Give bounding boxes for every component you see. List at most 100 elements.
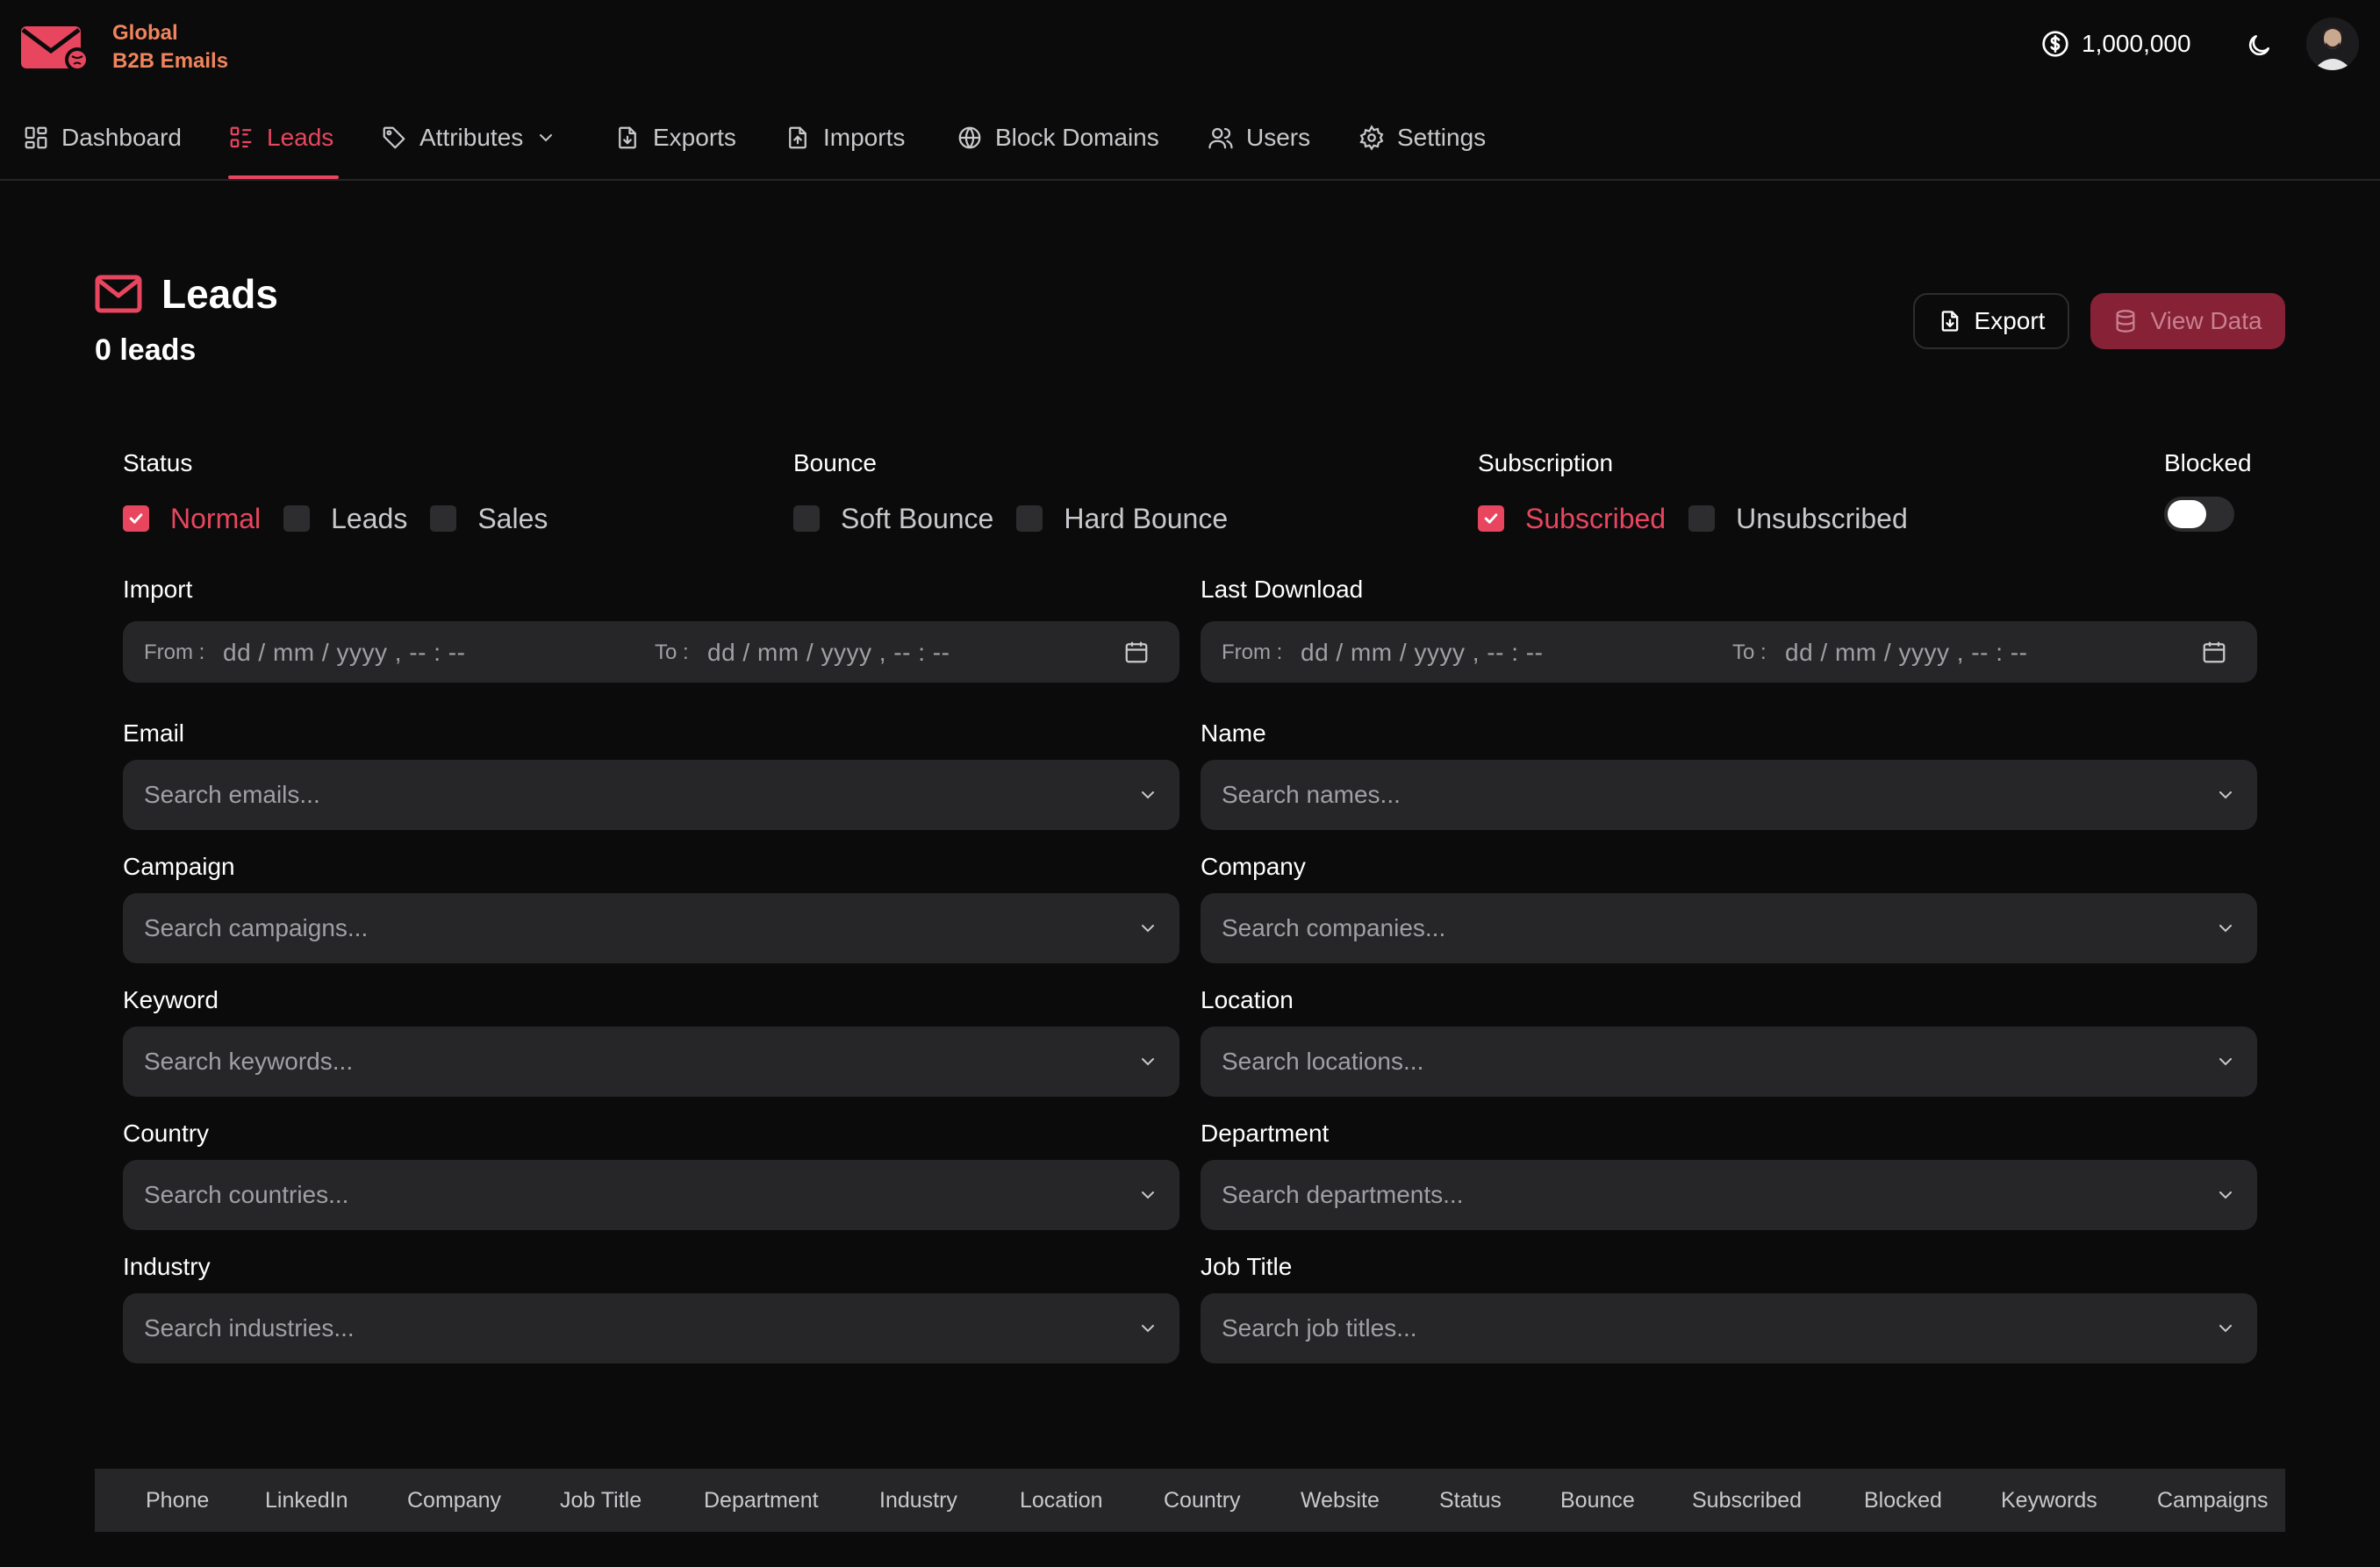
subscribed-checkbox[interactable] — [1478, 505, 1504, 532]
export-button[interactable]: Export — [1913, 293, 2069, 349]
keyword-select-placeholder: Search keywords... — [144, 1048, 354, 1075]
brand-logo[interactable]: Global B2B Emails — [19, 19, 228, 75]
soft-bounce-label[interactable]: Soft Bounce — [841, 503, 993, 535]
chevron-down-icon — [2219, 1325, 2232, 1333]
column-header[interactable]: Status — [1439, 1488, 1502, 1513]
email-label: Email — [123, 719, 185, 747]
column-header[interactable]: Campaigns — [2157, 1488, 2268, 1513]
column-header[interactable]: Department — [704, 1488, 819, 1513]
calendar-icon[interactable] — [1123, 639, 1150, 665]
location-select[interactable]: Search locations... — [1201, 1027, 2257, 1097]
check-icon — [129, 513, 143, 524]
nav-item-leads[interactable]: Leads — [228, 119, 333, 156]
keyword-select[interactable]: Search keywords... — [123, 1027, 1179, 1097]
subscription-checkbox-group: Subscribed Unsubscribed — [1478, 502, 1931, 535]
tag-icon — [383, 126, 405, 149]
status-sales-label[interactable]: Sales — [477, 503, 548, 535]
industry-select-placeholder: Search industries... — [144, 1314, 355, 1342]
nav-label: Exports — [653, 124, 736, 151]
dashboard-icon — [25, 126, 47, 149]
campaign-select-placeholder: Search campaigns... — [144, 914, 369, 941]
nav-item-imports[interactable]: Imports — [785, 119, 905, 156]
email-select[interactable]: Search emails... — [123, 760, 1179, 830]
nav-item-exports[interactable]: Exports — [614, 119, 736, 156]
status-sales-checkbox[interactable] — [430, 505, 457, 532]
view-data-button[interactable]: View Data — [2090, 293, 2285, 349]
last-download-from-input[interactable]: dd / mm / yyyy , -- : -- — [1301, 639, 1543, 667]
lead-count: 0 leads — [95, 333, 197, 367]
brand-name: Global B2B Emails — [112, 19, 228, 75]
status-normal-checkbox[interactable] — [123, 505, 149, 532]
company-select-placeholder: Search companies... — [1222, 914, 1446, 941]
chevron-down-icon — [1142, 791, 1154, 799]
theme-toggle-button[interactable] — [2245, 32, 2273, 60]
subscription-label: Subscription — [1478, 449, 1614, 476]
column-header[interactable]: LinkedIn — [265, 1488, 348, 1513]
nav-label: Leads — [267, 124, 334, 151]
unsubscribed-label[interactable]: Unsubscribed — [1736, 503, 1908, 535]
column-header[interactable]: Keywords — [2001, 1488, 2097, 1513]
brand-line-1: Global — [112, 21, 178, 45]
department-select[interactable]: Search departments... — [1201, 1160, 2257, 1230]
company-select[interactable]: Search companies... — [1201, 893, 2257, 963]
user-avatar[interactable] — [2306, 18, 2359, 70]
column-header[interactable]: Company — [407, 1488, 501, 1513]
column-header[interactable]: Blocked — [1864, 1488, 1942, 1513]
name-select[interactable]: Search names... — [1201, 760, 2257, 830]
chevron-down-icon — [1142, 1058, 1154, 1066]
import-to-input[interactable]: dd / mm / yyyy , -- : -- — [707, 639, 950, 667]
location-label: Location — [1201, 986, 1294, 1013]
nav-item-block-domains[interactable]: Block Domains — [957, 119, 1159, 156]
industry-select[interactable]: Search industries... — [123, 1293, 1179, 1363]
job-title-select[interactable]: Search job titles... — [1201, 1293, 2257, 1363]
calendar-icon[interactable] — [2201, 639, 2227, 665]
location-select-placeholder: Search locations... — [1222, 1048, 1424, 1075]
leads-icon — [230, 126, 252, 148]
last-download-label: Last Download — [1201, 576, 1364, 603]
import-from-input[interactable]: dd / mm / yyyy , -- : -- — [223, 639, 465, 667]
import-to-label: To : — [655, 640, 689, 664]
blocked-toggle[interactable] — [2164, 497, 2234, 532]
department-label: Department — [1201, 1120, 1330, 1147]
column-header[interactable]: Job Title — [560, 1488, 642, 1513]
status-leads-label[interactable]: Leads — [331, 503, 407, 535]
column-header[interactable]: Subscribed — [1692, 1488, 1802, 1513]
company-label: Company — [1201, 853, 1306, 880]
soft-bounce-checkbox[interactable] — [793, 505, 820, 532]
nav-item-attributes[interactable]: Attributes — [381, 119, 556, 156]
nav-item-users[interactable]: Users — [1208, 119, 1310, 156]
chevron-down-icon — [2219, 1191, 2232, 1199]
mail-globe-logo-icon — [21, 26, 90, 72]
database-icon — [2116, 310, 2135, 333]
column-header[interactable]: Bounce — [1560, 1488, 1635, 1513]
nav-label: Block Domains — [995, 124, 1159, 151]
last-download-date-range: From : dd / mm / yyyy , -- : -- To : dd … — [1201, 621, 2257, 683]
nav-item-dashboard[interactable]: Dashboard — [23, 119, 182, 156]
status-leads-checkbox[interactable] — [283, 505, 311, 532]
column-header[interactable]: Country — [1164, 1488, 1241, 1513]
column-header[interactable]: Phone — [146, 1488, 209, 1513]
leads-table-header: Phone LinkedIn Company Job Title Departm… — [95, 1469, 2285, 1532]
name-select-placeholder: Search names... — [1222, 781, 1401, 808]
unsubscribed-checkbox[interactable] — [1688, 505, 1716, 532]
nav-label: Settings — [1397, 124, 1487, 151]
moon-icon — [2248, 35, 2269, 56]
credits-value: 1,000,000 — [2082, 30, 2191, 57]
status-normal-label[interactable]: Normal — [170, 503, 261, 535]
hard-bounce-checkbox[interactable] — [1016, 505, 1043, 532]
hard-bounce-label[interactable]: Hard Bounce — [1064, 503, 1228, 535]
nav-item-settings[interactable]: Settings — [1358, 119, 1486, 156]
last-download-to-input[interactable]: dd / mm / yyyy , -- : -- — [1785, 639, 2027, 667]
column-header[interactable]: Location — [1020, 1488, 1103, 1513]
main-nav: Dashboard Leads Attributes Exports Impor… — [0, 91, 2380, 181]
column-header[interactable]: Website — [1301, 1488, 1380, 1513]
file-export-icon — [619, 126, 636, 149]
subscribed-label[interactable]: Subscribed — [1525, 503, 1666, 535]
country-select[interactable]: Search countries... — [123, 1160, 1179, 1230]
import-from-label: From : — [144, 640, 205, 664]
column-header[interactable]: Industry — [879, 1488, 957, 1513]
credits-balance: 1,000,000 — [2041, 30, 2191, 58]
campaign-select[interactable]: Search campaigns... — [123, 893, 1179, 963]
department-select-placeholder: Search departments... — [1222, 1181, 1464, 1208]
view-data-button-label: View Data — [2150, 307, 2262, 334]
